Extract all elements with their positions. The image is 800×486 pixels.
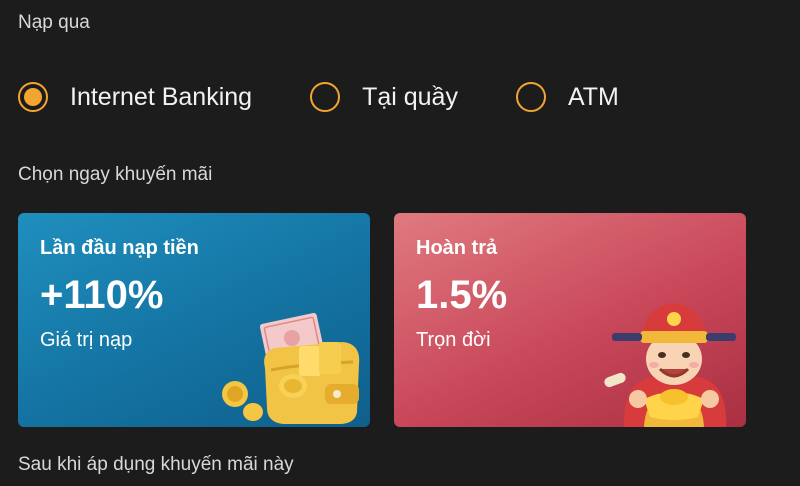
- deposit-method-label: Nạp qua: [18, 12, 90, 33]
- promo-card-value: 1.5%: [416, 273, 508, 317]
- promotion-section-label: Chọn ngay khuyến mãi: [18, 164, 213, 185]
- radio-label: ATM: [567, 82, 619, 111]
- radio-unchecked-icon[interactable]: [310, 82, 341, 112]
- promo-card-title: Lần đầu nạp tiền: [40, 237, 199, 259]
- radio-internet-banking[interactable]: Internet Banking: [18, 82, 252, 112]
- money-wallet-icon: [222, 312, 360, 424]
- deposit-method-options: Internet Banking Tại quầy ATM: [18, 76, 659, 118]
- promo-card-subtitle: Trọn đời: [416, 329, 491, 351]
- after-promo-label: Sau khi áp dụng khuyến mãi này: [18, 454, 294, 475]
- promo-card-value: +110%: [40, 273, 164, 317]
- promo-card-subtitle: Giá trị nạp: [40, 329, 133, 351]
- radio-checked-icon[interactable]: [18, 82, 48, 112]
- radio-label: Tại quầy: [362, 82, 458, 111]
- radio-atm[interactable]: ATM: [515, 82, 619, 112]
- deposit-panel: Nạp qua Internet Banking Tại quầy ATM Ch…: [0, 0, 800, 486]
- radio-counter[interactable]: Tại quầy: [310, 82, 458, 112]
- fortune-god-icon: [604, 303, 736, 427]
- radio-label: Internet Banking: [70, 82, 253, 111]
- radio-unchecked-icon[interactable]: [515, 82, 546, 112]
- promo-card-first-deposit[interactable]: Lần đầu nạp tiền +110% Giá trị nạp: [18, 213, 370, 427]
- promo-card-cashback[interactable]: Hoàn trả 1.5% Trọn đời: [394, 213, 746, 427]
- promo-card-title: Hoàn trả: [416, 237, 498, 259]
